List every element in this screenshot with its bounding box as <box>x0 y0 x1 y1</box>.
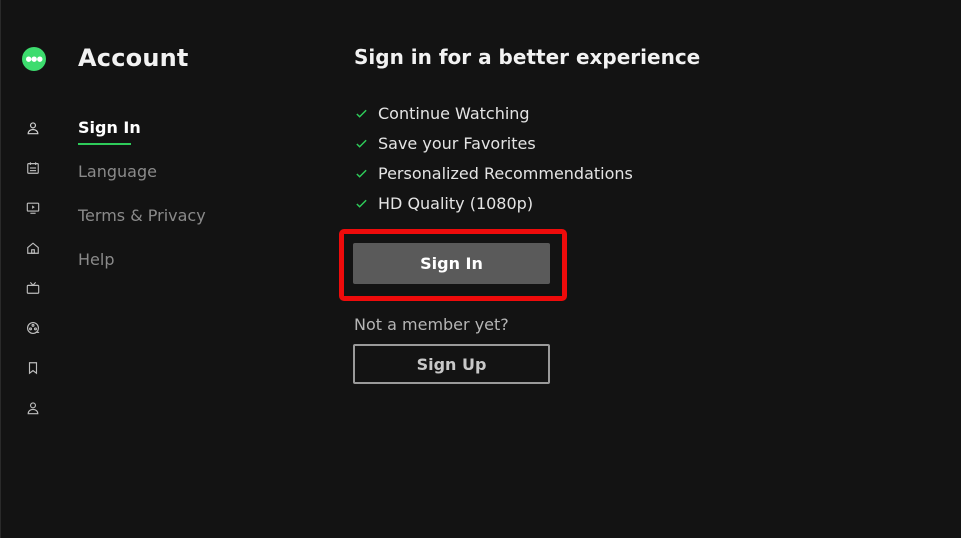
menu-item-language[interactable]: Language <box>78 162 157 181</box>
menu-item-help[interactable]: Help <box>78 250 114 269</box>
menu-item-terms-privacy[interactable]: Terms & Privacy <box>78 206 206 225</box>
app-logo-icon[interactable]: ●●● <box>22 47 46 71</box>
benefit-item: HD Quality (1080p) <box>354 192 533 214</box>
benefit-item: Continue Watching <box>354 102 530 124</box>
benefit-label: Personalized Recommendations <box>378 163 633 183</box>
sign-in-headline: Sign in for a better experience <box>354 45 701 69</box>
sign-in-button[interactable]: Sign In <box>353 243 550 284</box>
benefit-label: HD Quality (1080p) <box>378 193 534 213</box>
check-icon <box>354 196 368 210</box>
home-icon[interactable] <box>25 240 41 256</box>
sign-up-button[interactable]: Sign Up <box>353 344 550 384</box>
benefit-label: Continue Watching <box>378 103 530 123</box>
check-icon <box>354 136 368 150</box>
movies-icon[interactable] <box>25 320 41 336</box>
active-menu-indicator <box>78 143 131 145</box>
user-icon[interactable] <box>25 120 41 136</box>
check-icon <box>354 166 368 180</box>
tv-play-icon[interactable] <box>25 200 41 216</box>
profile-icon[interactable] <box>25 400 41 416</box>
menu-item-sign-in[interactable]: Sign In <box>78 118 141 137</box>
benefit-item: Save your Favorites <box>354 132 536 154</box>
check-icon <box>354 106 368 120</box>
live-tv-icon[interactable] <box>25 280 41 296</box>
benefit-item: Personalized Recommendations <box>354 162 633 184</box>
guide-icon[interactable] <box>25 160 41 176</box>
app-screen: ●●● Account Sign In Language Terms & Pri… <box>0 0 961 538</box>
benefit-label: Save your Favorites <box>378 133 536 153</box>
bookmark-icon[interactable] <box>25 360 41 376</box>
not-member-text: Not a member yet? <box>354 315 509 334</box>
page-title: Account <box>78 44 189 72</box>
